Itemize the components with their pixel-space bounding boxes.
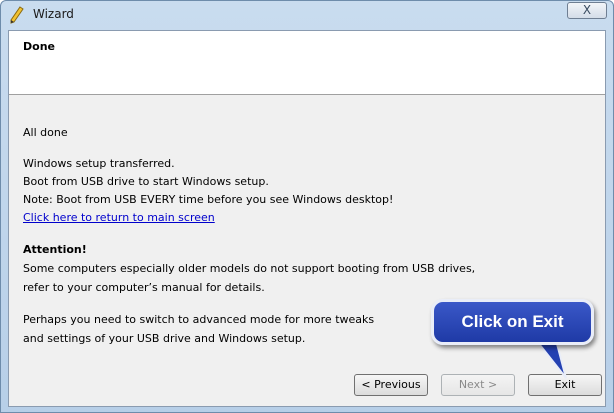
- click-on-exit-callout: Click on Exit: [431, 299, 594, 345]
- info-text-transferred: Windows setup transferred.: [23, 157, 175, 170]
- wizard-body: Done All done Windows setup transferred.…: [8, 30, 606, 407]
- title-bar[interactable]: Wizard X: [1, 1, 613, 29]
- advanced-text-1: Perhaps you need to switch to advanced m…: [23, 313, 375, 326]
- window-title: Wizard: [33, 7, 74, 21]
- next-button[interactable]: Next >: [441, 374, 515, 396]
- return-main-screen-link[interactable]: Click here to return to main screen: [23, 211, 215, 224]
- advanced-text-2: and settings of your USB drive and Windo…: [23, 332, 306, 345]
- attention-text-2: refer to your computer’s manual for deta…: [23, 281, 265, 294]
- info-text-boot: Boot from USB drive to start Windows set…: [23, 175, 269, 188]
- status-text: All done: [23, 126, 68, 139]
- page-title: Done: [23, 40, 55, 53]
- close-button[interactable]: X: [567, 2, 607, 19]
- attention-heading: Attention!: [23, 243, 87, 256]
- attention-text-1: Some computers especially older models d…: [23, 262, 476, 275]
- wizard-window: Wizard X Done All done Windows setup tra…: [0, 0, 614, 413]
- previous-button[interactable]: < Previous: [354, 374, 428, 396]
- pencil-icon: [10, 6, 24, 24]
- header-panel: Done: [9, 31, 605, 95]
- callout-pointer: [534, 340, 567, 379]
- info-text-note: Note: Boot from USB EVERY time before yo…: [23, 193, 394, 206]
